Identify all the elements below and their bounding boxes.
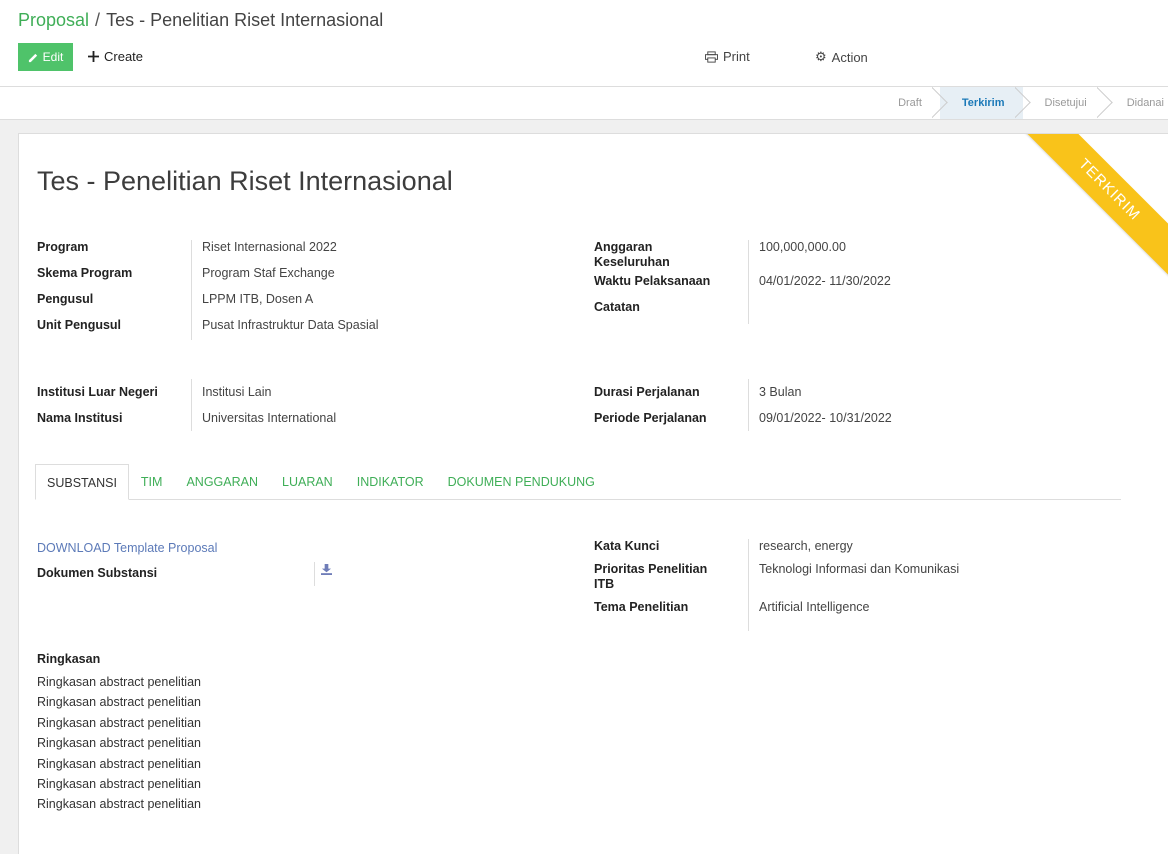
field-label: Kata Kunci — [594, 539, 660, 553]
chevron-right-icon — [1097, 87, 1113, 119]
field-value: LPPM ITB, Dosen A — [202, 292, 314, 306]
field-value: Artificial Intelligence — [759, 600, 870, 614]
substansi-right: Kata Kunci research, energy Prioritas Pe… — [594, 539, 1094, 631]
field-dokumen-substansi: Dokumen Substansi — [37, 566, 437, 592]
main-info-left: Program Riset Internasional 2022 Skema P… — [37, 240, 437, 344]
breadcrumb-proposal-link[interactable]: Proposal — [18, 10, 89, 30]
field-value: research, energy — [759, 539, 853, 553]
download-template-link[interactable]: DOWNLOAD Template Proposal — [37, 541, 217, 555]
field-label: Program — [37, 240, 89, 254]
breadcrumb: Proposal / Tes - Penelitian Riset Internas… — [18, 10, 383, 31]
dokumen-substansi-group: Dokumen Substansi — [37, 562, 437, 592]
tab-luaran[interactable]: LUARAN — [270, 464, 345, 500]
field-label: Prioritas Penelitian ITB — [594, 562, 708, 591]
stage-draft[interactable]: Draft — [884, 87, 940, 119]
field-prioritas-penelitian: Prioritas Penelitian ITB Teknologi Infor… — [594, 562, 1094, 600]
pencil-icon — [28, 53, 37, 62]
control-panel: Proposal / Tes - Penelitian Riset Internas… — [0, 0, 1168, 86]
field-value: Universitas International — [202, 411, 337, 425]
field-value: Institusi Lain — [202, 385, 272, 399]
field-label: Unit Pengusul — [37, 318, 122, 332]
field-label: Tema Penelitian — [594, 600, 689, 614]
stage-terkirim[interactable]: Terkirim — [939, 87, 1023, 119]
field-value: Teknologi Informasi dan Komunikasi — [759, 562, 960, 576]
field-anggaran: Anggaran Keseluruhan 100,000,000.00 — [594, 240, 1094, 274]
field-kata-kunci: Kata Kunci research, energy — [594, 539, 1094, 562]
tab-dokumen-pendukung[interactable]: DOKUMEN PENDUKUNG — [436, 464, 607, 500]
edit-button-label: Edit — [42, 50, 64, 64]
field-catatan: Catatan — [594, 300, 1094, 326]
field-periode-perjalanan: Periode Perjalanan 09/01/2022- 10/31/202… — [594, 411, 1094, 437]
breadcrumb-current: Tes - Penelitian Riset Internasional — [106, 10, 384, 30]
field-institusi-luar-negeri: Institusi Luar Negeri Institusi Lain — [37, 385, 437, 411]
tab-indikator[interactable]: INDIKATOR — [345, 464, 436, 500]
field-label: Waktu Pelaksanaan — [594, 274, 711, 288]
edit-button[interactable]: Edit — [18, 43, 73, 71]
ringkasan-label: Ringkasan — [37, 652, 101, 666]
create-button-label: Create — [104, 49, 144, 64]
plus-icon — [88, 51, 99, 62]
stage-label: Draft — [898, 97, 922, 109]
field-value: 100,000,000.00 — [759, 240, 846, 254]
stage-label: Didanai — [1126, 97, 1164, 109]
chevron-right-icon — [932, 87, 948, 119]
field-value: Pusat Infrastruktur Data Spasial — [202, 318, 379, 332]
notebook-tabs: SUBSTANSI TIM ANGGARAN LUARAN INDIKATOR … — [35, 464, 1121, 500]
field-waktu-pelaksanaan: Waktu Pelaksanaan 04/01/2022- 11/30/2022 — [594, 274, 1094, 300]
field-value: 3 Bulan — [759, 385, 802, 399]
field-nama-institusi: Nama Institusi Universitas International — [37, 411, 437, 437]
field-program: Program Riset Internasional 2022 — [37, 240, 437, 266]
field-label: Catatan — [594, 300, 640, 314]
action-button[interactable]: ⚙ Action — [815, 49, 868, 65]
print-button[interactable]: Print — [705, 49, 750, 64]
stage-pipeline: Draft Terkirim Disetujui Didanai — [884, 87, 1168, 119]
chevron-right-icon — [1015, 87, 1031, 119]
field-label: Institusi Luar Negeri — [37, 385, 158, 399]
institution-info-left: Institusi Luar Negeri Institusi Lain Nam… — [37, 379, 437, 437]
tab-anggaran[interactable]: ANGGARAN — [174, 464, 270, 500]
field-label: Anggaran Keseluruhan — [594, 240, 670, 269]
field-pengusul: Pengusul LPPM ITB, Dosen A — [37, 292, 437, 318]
stage-disetujui[interactable]: Disetujui — [1022, 87, 1105, 119]
institution-info-right: Durasi Perjalanan 3 Bulan Periode Perjal… — [594, 379, 1094, 437]
field-label: Pengusul — [37, 292, 94, 306]
breadcrumb-separator: / — [95, 10, 101, 30]
download-icon[interactable] — [321, 562, 332, 580]
field-skema-program: Skema Program Program Staf Exchange — [37, 266, 437, 292]
field-label: Durasi Perjalanan — [594, 385, 700, 399]
action-button-label: Action — [831, 49, 868, 65]
stage-label: Disetujui — [1044, 97, 1087, 109]
stage-didanai[interactable]: Didanai — [1104, 87, 1168, 119]
stage-label: Terkirim — [961, 97, 1005, 109]
main-info-right: Anggaran Keseluruhan 100,000,000.00 Wakt… — [594, 240, 1094, 326]
field-durasi-perjalanan: Durasi Perjalanan 3 Bulan — [594, 385, 1094, 411]
ringkasan-text: Ringkasan abstract penelitian Ringkasan … — [37, 675, 201, 812]
printer-icon — [705, 50, 718, 63]
record-title: Tes - Penelitian Riset Internasional — [37, 166, 453, 196]
field-value: Riset Internasional 2022 — [202, 240, 337, 254]
field-value: Program Staf Exchange — [202, 266, 335, 280]
field-unit-pengusul: Unit Pengusul Pusat Infrastruktur Data S… — [37, 318, 437, 344]
tab-tim[interactable]: TIM — [129, 464, 175, 500]
form-sheet: TERKIRIM Tes - Penelitian Riset Internas… — [18, 133, 1168, 854]
field-value: 04/01/2022- 11/30/2022 — [759, 274, 891, 288]
field-label: Periode Perjalanan — [594, 411, 707, 425]
tab-substansi[interactable]: SUBSTANSI — [35, 464, 129, 500]
field-tema-penelitian: Tema Penelitian Artificial Intelligence — [594, 600, 1094, 626]
create-button[interactable]: Create — [88, 49, 143, 64]
statusbar: Draft Terkirim Disetujui Didanai — [0, 86, 1168, 120]
field-label: Skema Program — [37, 266, 133, 280]
field-value: 09/01/2022- 10/31/2022 — [759, 411, 892, 425]
field-label: Dokumen Substansi — [37, 566, 158, 580]
field-label: Nama Institusi — [37, 411, 123, 425]
print-button-label: Print — [723, 49, 750, 64]
gear-icon: ⚙ — [815, 49, 827, 64]
